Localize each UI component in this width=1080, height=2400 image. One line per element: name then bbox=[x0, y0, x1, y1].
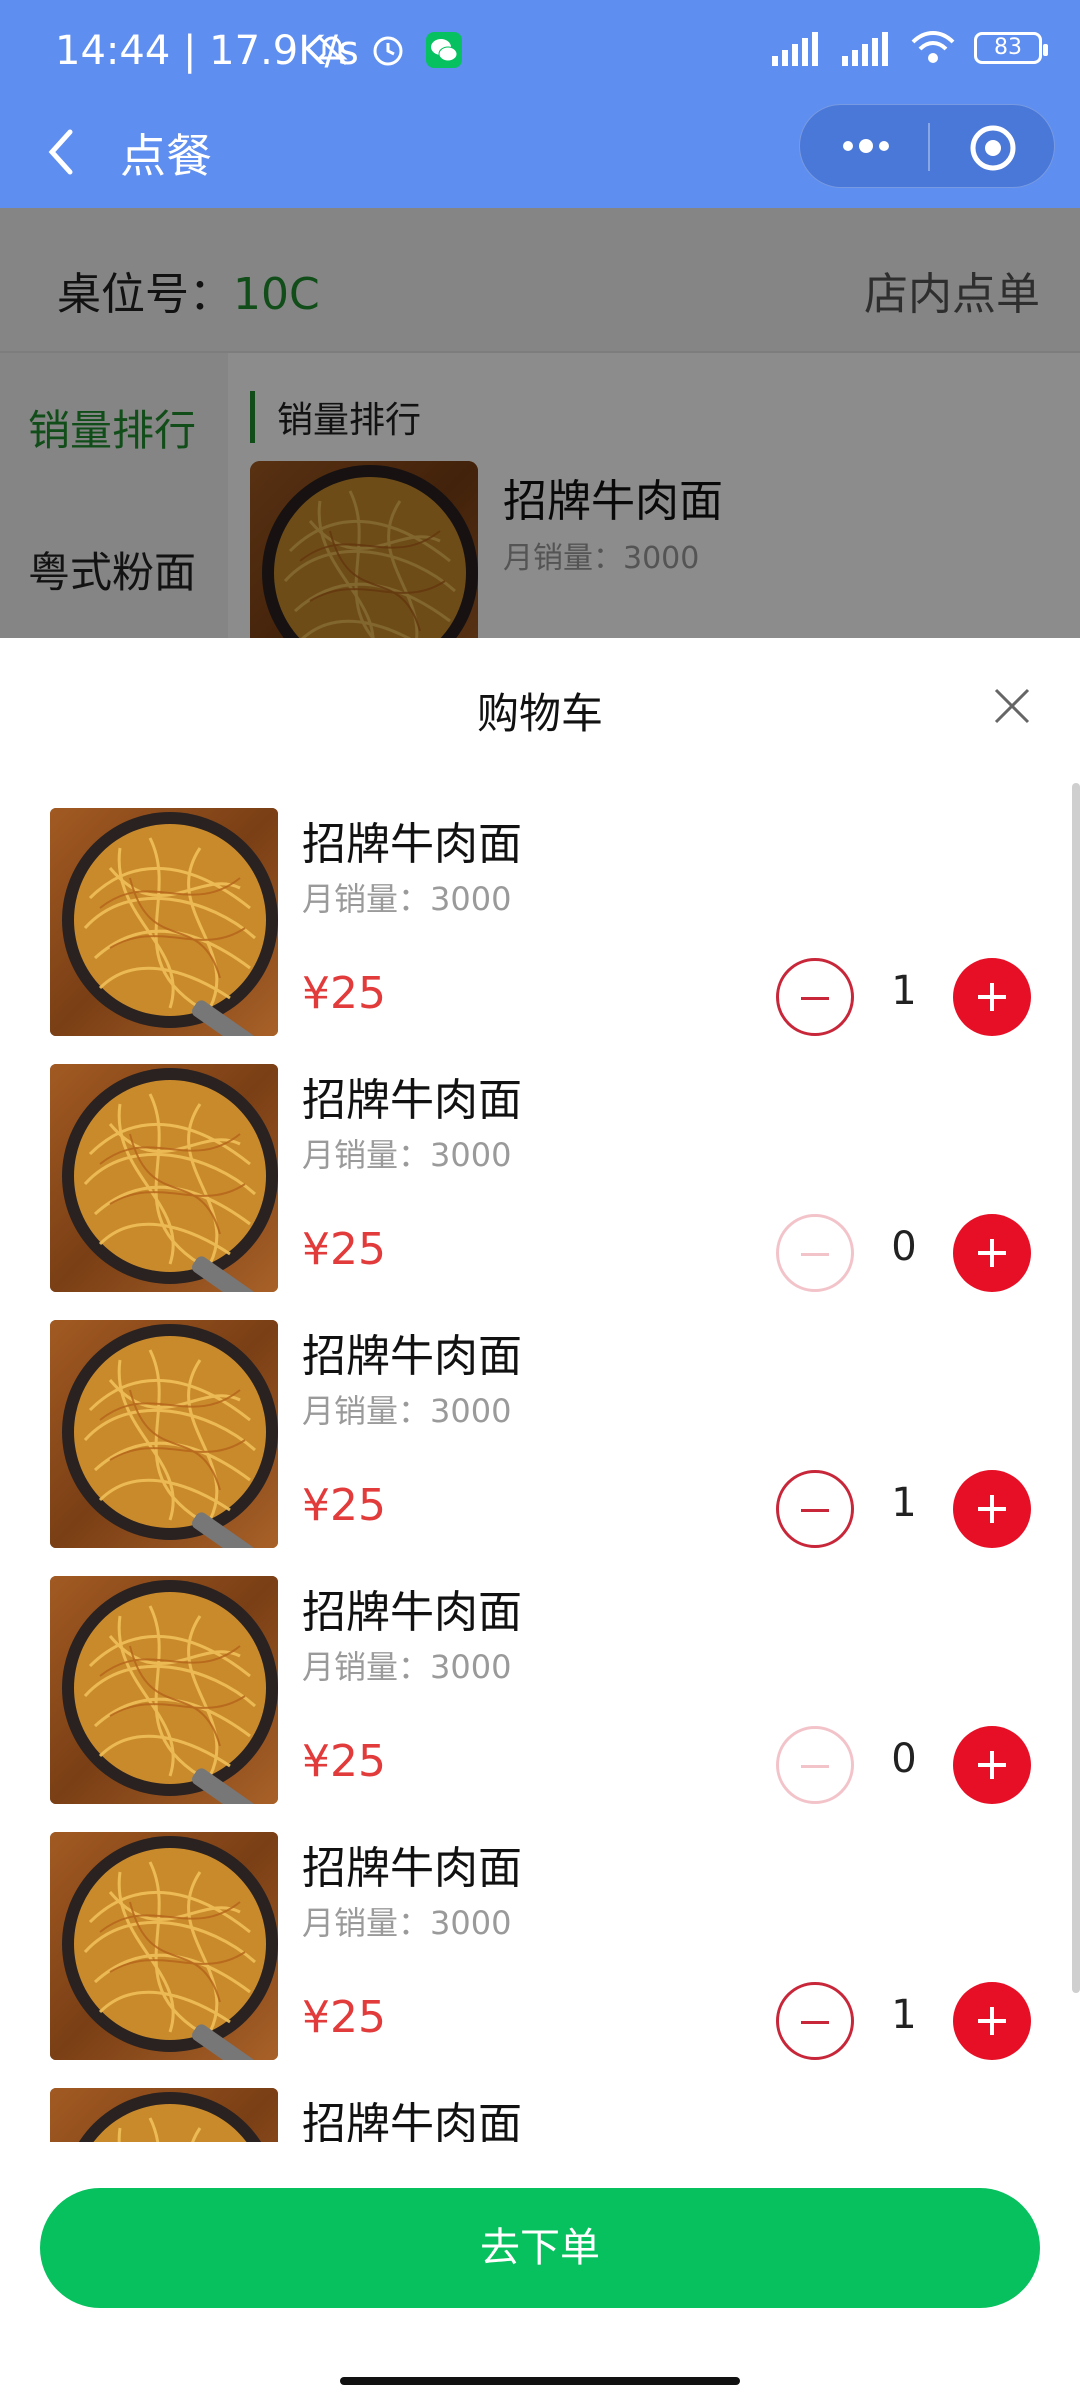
status-icons-left bbox=[312, 30, 464, 70]
item-quantity: 0 bbox=[891, 1736, 917, 1782]
noodle-photo bbox=[50, 1064, 278, 1292]
place-order-button[interactable]: 去下单 bbox=[40, 2188, 1040, 2308]
cart-item: 招牌牛肉面 月销量：3000 ¥25 0 bbox=[0, 1064, 1060, 1320]
home-indicator[interactable] bbox=[340, 2377, 740, 2385]
status-bar: 14:44 | 17.9K/s 83 bbox=[0, 0, 1080, 104]
noodle-photo bbox=[50, 2088, 278, 2142]
increase-button[interactable] bbox=[953, 1214, 1031, 1292]
cart-sheet: 购物车 招牌牛肉面 月销量：3000 ¥25 1 招牌牛肉面 月销量：3000 … bbox=[0, 638, 1080, 2400]
signal-icon bbox=[772, 32, 818, 66]
wechat-icon bbox=[426, 32, 462, 68]
decrease-button[interactable] bbox=[776, 1470, 854, 1548]
cart-title: 购物车 bbox=[476, 689, 603, 738]
item-name: 招牌牛肉面 bbox=[302, 819, 522, 870]
noodle-photo bbox=[50, 1320, 278, 1548]
miniprogram-capsule bbox=[799, 104, 1055, 188]
cart-list: 招牌牛肉面 月销量：3000 ¥25 1 招牌牛肉面 月销量：3000 ¥25 … bbox=[0, 808, 1060, 2142]
capsule-divider bbox=[928, 123, 930, 171]
alarm-icon bbox=[373, 36, 403, 66]
item-name: 招牌牛肉面 bbox=[302, 1075, 522, 1126]
status-icons-right: 83 bbox=[770, 28, 1048, 68]
noodle-photo bbox=[50, 808, 278, 1036]
decrease-button[interactable] bbox=[776, 1726, 854, 1804]
signal-icon-2 bbox=[842, 32, 888, 66]
increase-button[interactable] bbox=[953, 958, 1031, 1036]
back-arrow-icon[interactable] bbox=[40, 122, 80, 182]
scrollbar[interactable] bbox=[1072, 783, 1080, 1993]
item-sales: 月销量：3000 bbox=[302, 880, 512, 918]
mute-icon bbox=[316, 34, 348, 66]
decrease-button[interactable] bbox=[776, 958, 854, 1036]
item-name: 招牌牛肉面 bbox=[302, 1843, 522, 1894]
cart-item: 招牌牛肉面 月销量：3000 ¥25 1 bbox=[0, 808, 1060, 1064]
item-name: 招牌牛肉面 bbox=[302, 1587, 522, 1638]
item-price: ¥25 bbox=[302, 1992, 386, 2043]
cart-item: 招牌牛肉面 月销量：3000 ¥25 0 bbox=[0, 1576, 1060, 1832]
item-price: ¥25 bbox=[302, 1736, 386, 1787]
close-icon[interactable] bbox=[992, 686, 1032, 726]
item-sales: 月销量：3000 bbox=[302, 1136, 512, 1174]
item-sales: 月销量：3000 bbox=[302, 1648, 512, 1686]
item-price: ¥25 bbox=[302, 1224, 386, 1275]
item-quantity: 1 bbox=[891, 1992, 917, 2038]
item-quantity: 1 bbox=[891, 1480, 917, 1526]
nav-bar: 点餐 bbox=[0, 104, 1080, 208]
item-sales: 月销量：3000 bbox=[302, 1904, 512, 1942]
close-miniprogram-icon[interactable] bbox=[968, 123, 1018, 173]
item-price: ¥25 bbox=[302, 1480, 386, 1531]
item-quantity: 0 bbox=[891, 1224, 917, 1270]
modal-overlay[interactable] bbox=[0, 208, 1080, 638]
wifi-icon bbox=[911, 31, 955, 63]
cart-item: 招牌牛肉面 bbox=[0, 2088, 1060, 2142]
decrease-button[interactable] bbox=[776, 1982, 854, 2060]
noodle-photo bbox=[50, 1576, 278, 1804]
decrease-button[interactable] bbox=[776, 1214, 854, 1292]
item-price: ¥25 bbox=[302, 968, 386, 1019]
battery-indicator: 83 bbox=[974, 32, 1048, 64]
cart-item: 招牌牛肉面 月销量：3000 ¥25 1 bbox=[0, 1320, 1060, 1576]
increase-button[interactable] bbox=[953, 1726, 1031, 1804]
top-bar: 14:44 | 17.9K/s 83 点餐 bbox=[0, 0, 1080, 208]
item-quantity: 1 bbox=[891, 968, 917, 1014]
item-name: 招牌牛肉面 bbox=[302, 1331, 522, 1382]
increase-button[interactable] bbox=[953, 1470, 1031, 1548]
noodle-photo bbox=[50, 1832, 278, 2060]
increase-button[interactable] bbox=[953, 1982, 1031, 2060]
page-title: 点餐 bbox=[120, 129, 212, 183]
item-sales: 月销量：3000 bbox=[302, 1392, 512, 1430]
item-name: 招牌牛肉面 bbox=[302, 2099, 522, 2142]
cart-item: 招牌牛肉面 月销量：3000 ¥25 1 bbox=[0, 1832, 1060, 2088]
more-dots-icon[interactable] bbox=[834, 121, 898, 171]
